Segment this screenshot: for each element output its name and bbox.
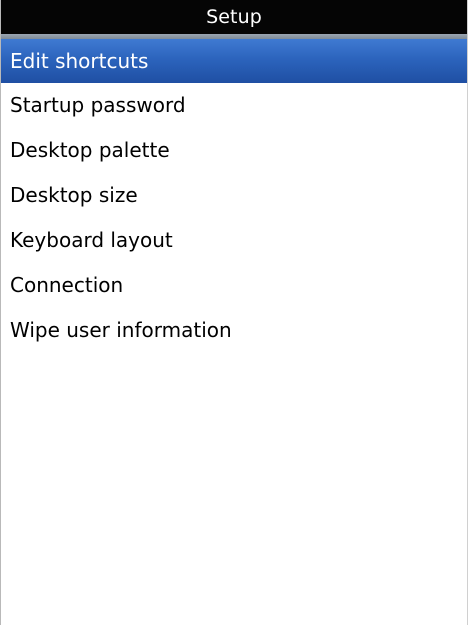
menu-item-wipe-user-information[interactable]: Wipe user information [1,308,467,353]
menu-item-label: Startup password [10,93,186,117]
page-title: Setup [206,6,262,28]
setup-menu: Edit shortcuts Startup password Desktop … [1,39,467,353]
menu-item-label: Desktop size [10,183,138,207]
menu-item-label: Wipe user information [10,318,232,342]
menu-item-desktop-size[interactable]: Desktop size [1,173,467,218]
menu-item-edit-shortcuts[interactable]: Edit shortcuts [1,39,467,83]
menu-item-connection[interactable]: Connection [1,263,467,308]
menu-item-label: Desktop palette [10,138,170,162]
menu-item-keyboard-layout[interactable]: Keyboard layout [1,218,467,263]
menu-item-label: Connection [10,273,124,297]
setup-screen: Setup Edit shortcuts Startup password De… [0,0,468,625]
menu-item-label: Keyboard layout [10,228,173,252]
menu-item-startup-password[interactable]: Startup password [1,83,467,128]
menu-item-desktop-palette[interactable]: Desktop palette [1,128,467,173]
menu-item-label: Edit shortcuts [10,49,149,73]
title-bar: Setup [1,0,467,34]
